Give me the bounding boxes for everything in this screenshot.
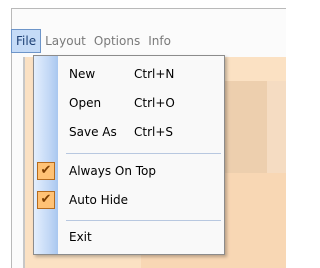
menu-item-label: Exit bbox=[69, 230, 92, 244]
menu-info[interactable]: Info bbox=[144, 29, 175, 53]
menu-item-label: New bbox=[69, 67, 96, 81]
checkmark-icon: ✔ bbox=[37, 191, 55, 209]
menu-options[interactable]: Options bbox=[90, 29, 144, 53]
menu-item-label: Auto Hide bbox=[69, 193, 129, 207]
menu-item-shortcut: Ctrl+S bbox=[134, 125, 174, 139]
menu-item-label: Open bbox=[69, 96, 102, 110]
menu-item-exit[interactable]: Exit bbox=[34, 224, 224, 252]
file-dropdown-menu: New Ctrl+N Open Ctrl+O Save As Ctrl+S ✔ … bbox=[33, 55, 225, 255]
checkmark-icon: ✔ bbox=[37, 162, 55, 180]
menu-bar: File Layout Options Info bbox=[11, 29, 286, 53]
menu-layout[interactable]: Layout bbox=[41, 29, 90, 53]
menu-item-save-as[interactable]: Save As Ctrl+S bbox=[34, 119, 224, 147]
menu-item-shortcut: Ctrl+O bbox=[134, 96, 175, 110]
menu-item-label: Always On Top bbox=[69, 164, 156, 178]
content-block bbox=[267, 81, 286, 173]
menu-item-shortcut: Ctrl+N bbox=[134, 67, 175, 81]
menu-item-open[interactable]: Open Ctrl+O bbox=[34, 90, 224, 118]
menu-item-new[interactable]: New Ctrl+N bbox=[34, 61, 224, 89]
menu-item-always-on-top[interactable]: ✔ Always On Top bbox=[34, 158, 224, 186]
menu-separator bbox=[66, 220, 221, 221]
menu-item-label: Save As bbox=[69, 125, 117, 139]
content-border bbox=[23, 57, 25, 268]
menu-file[interactable]: File bbox=[11, 29, 42, 53]
menu-separator bbox=[66, 153, 221, 154]
menu-item-auto-hide[interactable]: ✔ Auto Hide bbox=[34, 187, 224, 215]
